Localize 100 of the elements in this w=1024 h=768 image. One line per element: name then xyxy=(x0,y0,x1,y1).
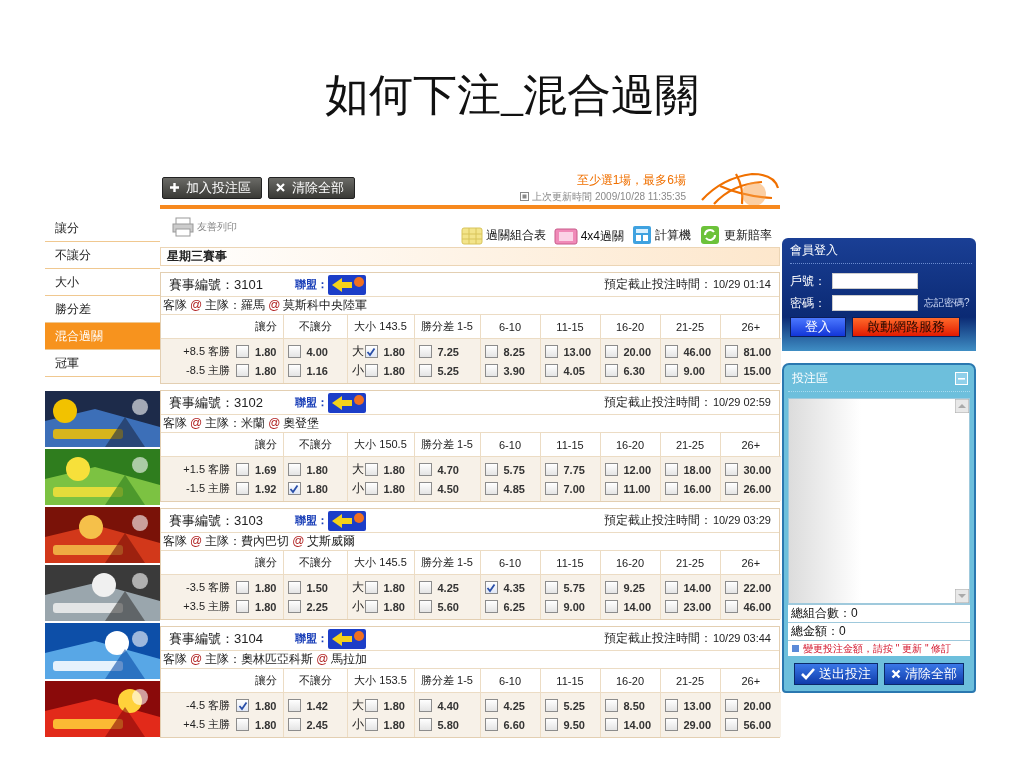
column-header: 不讓分 xyxy=(283,551,347,575)
odds-value: 1.92 xyxy=(255,482,277,495)
column-header: 勝分差 1-5 xyxy=(414,669,480,693)
login-button[interactable]: 登入 xyxy=(790,317,846,337)
checkbox[interactable] xyxy=(287,718,301,732)
checkbox[interactable] xyxy=(236,364,250,377)
checkbox[interactable] xyxy=(236,463,250,476)
checkbox[interactable] xyxy=(604,463,618,477)
checkbox[interactable] xyxy=(604,718,618,732)
column-header: 讓分 xyxy=(161,669,283,693)
checkbox[interactable] xyxy=(664,699,678,713)
checkbox[interactable] xyxy=(484,581,498,595)
checkbox[interactable] xyxy=(664,482,678,496)
checkbox[interactable] xyxy=(418,345,432,359)
minimize-icon[interactable] xyxy=(955,371,968,385)
checkbox[interactable] xyxy=(287,345,301,359)
checkbox[interactable] xyxy=(364,364,378,377)
submit-bet-button[interactable]: 送出投注 xyxy=(794,663,878,685)
checkbox[interactable] xyxy=(364,482,378,495)
over-under-label: 小 xyxy=(351,599,364,613)
checkbox[interactable] xyxy=(604,482,618,496)
checkbox[interactable] xyxy=(364,581,378,594)
odds-value: 1.80 xyxy=(255,364,277,377)
checkbox[interactable] xyxy=(418,718,432,732)
service-button[interactable]: 啟動網路服務 xyxy=(852,317,960,337)
four-by-four-link[interactable]: 4x4過關 xyxy=(580,227,624,245)
checkbox[interactable] xyxy=(604,345,618,359)
checkbox[interactable] xyxy=(418,581,432,595)
odds-value: 6.60 xyxy=(503,718,525,731)
clear-all-button[interactable]: 清除全部 xyxy=(268,176,355,199)
combo-table-link[interactable]: 過關組合表 xyxy=(485,226,546,244)
checkbox[interactable] xyxy=(544,364,558,378)
checkbox[interactable] xyxy=(724,364,738,378)
checkbox[interactable] xyxy=(287,463,301,477)
checkbox[interactable] xyxy=(484,600,498,614)
checkbox[interactable] xyxy=(364,463,378,476)
print-link[interactable]: 友善列印 xyxy=(197,220,237,234)
clear-all-button[interactable]: 清除全部 xyxy=(884,663,964,685)
checkbox[interactable] xyxy=(664,600,678,614)
forgot-password-link[interactable]: 忘記密碼? xyxy=(924,296,970,310)
checkbox[interactable] xyxy=(484,364,498,378)
checkbox[interactable] xyxy=(544,345,558,359)
checkbox[interactable] xyxy=(287,364,301,378)
checkbox[interactable] xyxy=(236,345,250,358)
checkbox[interactable] xyxy=(236,600,250,613)
checkbox[interactable] xyxy=(664,463,678,477)
checkbox[interactable] xyxy=(724,600,738,614)
checkbox[interactable] xyxy=(287,581,301,595)
scroll-up-icon[interactable] xyxy=(955,399,969,413)
password-field[interactable] xyxy=(832,295,918,311)
calculator-link[interactable]: 計算機 xyxy=(655,226,691,244)
checkbox[interactable] xyxy=(544,718,558,732)
column-header: 26+ xyxy=(720,551,781,575)
checkbox[interactable] xyxy=(664,345,678,359)
checkbox[interactable] xyxy=(418,364,432,378)
checkbox[interactable] xyxy=(724,482,738,496)
checkbox[interactable] xyxy=(724,718,738,732)
scroll-down-icon[interactable] xyxy=(955,589,969,603)
checkbox[interactable] xyxy=(544,482,558,496)
checkbox[interactable] xyxy=(544,463,558,477)
checkbox[interactable] xyxy=(236,581,250,594)
checkbox[interactable] xyxy=(418,463,432,477)
checkbox[interactable] xyxy=(664,581,678,595)
checkbox[interactable] xyxy=(236,482,250,495)
checkbox[interactable] xyxy=(484,463,498,477)
checkbox[interactable] xyxy=(604,699,618,713)
column-header: 不讓分 xyxy=(283,433,347,457)
checkbox[interactable] xyxy=(418,482,432,496)
refresh-odds-link[interactable]: 更新賠率 xyxy=(724,226,772,244)
checkbox[interactable] xyxy=(364,600,378,613)
checkbox[interactable] xyxy=(364,699,378,712)
checkbox[interactable] xyxy=(418,699,432,713)
checkbox[interactable] xyxy=(484,699,498,713)
checkbox[interactable] xyxy=(604,581,618,595)
checkbox[interactable] xyxy=(544,581,558,595)
checkbox[interactable] xyxy=(418,600,432,614)
account-field[interactable] xyxy=(832,273,918,289)
checkbox[interactable] xyxy=(484,718,498,732)
update-time: 上次更新時間 2009/10/28 11:35:35 xyxy=(532,189,686,204)
checkbox[interactable] xyxy=(664,364,678,378)
checkbox[interactable] xyxy=(364,345,378,358)
checkbox[interactable] xyxy=(236,699,250,712)
checkbox[interactable] xyxy=(604,364,618,378)
checkbox[interactable] xyxy=(544,699,558,713)
checkbox[interactable] xyxy=(604,600,618,614)
checkbox[interactable] xyxy=(544,600,558,614)
checkbox[interactable] xyxy=(287,600,301,614)
checkbox[interactable] xyxy=(724,463,738,477)
checkbox[interactable] xyxy=(484,345,498,359)
checkbox[interactable] xyxy=(484,482,498,496)
checkbox[interactable] xyxy=(236,718,250,731)
checkbox[interactable] xyxy=(664,718,678,732)
checkbox[interactable] xyxy=(364,718,378,731)
checkbox[interactable] xyxy=(287,699,301,713)
odds-value: 4.40 xyxy=(437,699,459,712)
checkbox[interactable] xyxy=(724,699,738,713)
checkbox[interactable] xyxy=(287,482,301,496)
checkbox[interactable] xyxy=(724,345,738,359)
add-bet-button[interactable]: 加入投注區 xyxy=(162,176,262,199)
checkbox[interactable] xyxy=(724,581,738,595)
